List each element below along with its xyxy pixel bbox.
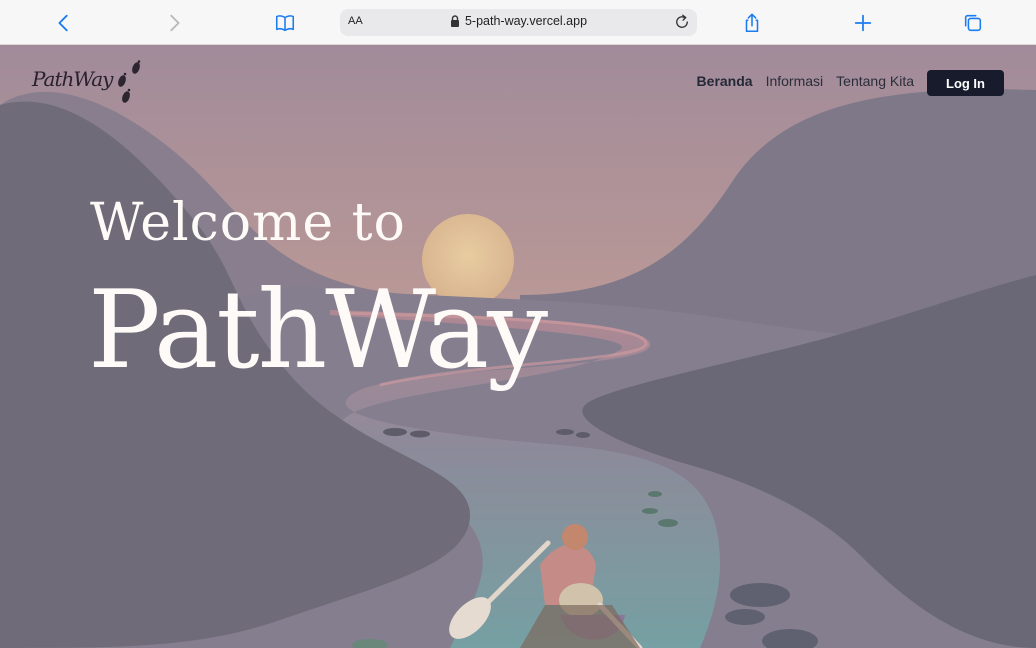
footprints-icon <box>118 60 141 103</box>
lock-icon <box>450 15 460 30</box>
hero-brand-title: PathWay <box>88 268 548 393</box>
bookmarks-book-icon[interactable] <box>272 10 298 36</box>
pathway-logo[interactable]: PathWay <box>30 59 150 109</box>
site-navbar: PathWay Beranda Informasi Tentang Kita L… <box>0 45 1036 125</box>
reload-icon[interactable] <box>673 13 691 31</box>
forward-chevron-icon[interactable] <box>161 10 187 36</box>
address-bar[interactable]: AA 5-path-way.vercel.app <box>340 9 697 36</box>
logo-text: PathWay <box>32 67 113 91</box>
url-text: 5-path-way.vercel.app <box>464 14 588 28</box>
login-button[interactable]: Log In <box>927 70 1004 96</box>
nav-link-tentang-kita[interactable]: Tentang Kita <box>836 73 914 89</box>
nav-links: Beranda Informasi Tentang Kita <box>697 73 914 89</box>
nav-link-beranda[interactable]: Beranda <box>697 73 753 89</box>
browser-toolbar: AA 5-path-way.vercel.app <box>0 0 1036 45</box>
nav-link-informasi[interactable]: Informasi <box>766 73 824 89</box>
back-chevron-icon[interactable] <box>51 10 77 36</box>
hero-welcome-text: Welcome to <box>90 193 406 253</box>
url-display[interactable]: 5-path-way.vercel.app <box>340 14 697 30</box>
tabs-overview-icon[interactable] <box>960 10 986 36</box>
new-tab-plus-icon[interactable] <box>850 10 876 36</box>
hero-section: PathWay Beranda Informasi Tentang Kita L… <box>0 45 1036 648</box>
share-icon[interactable] <box>739 10 765 36</box>
